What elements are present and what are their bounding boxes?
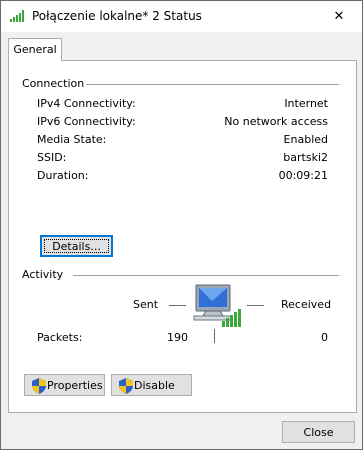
- activity-divider: [73, 275, 339, 276]
- ipv4-label: IPv4 Connectivity:: [37, 97, 136, 110]
- activity-heading: Activity: [22, 268, 64, 281]
- properties-button[interactable]: Properties: [24, 374, 105, 396]
- status-dialog: Połączenie lokalne* 2 Status ✕ General C…: [0, 0, 363, 450]
- packets-received-value: 0: [321, 331, 328, 344]
- sent-label: Sent: [133, 298, 159, 311]
- tab-general[interactable]: General: [8, 38, 62, 61]
- ipv6-value: No network access: [224, 115, 328, 128]
- ssid-label: SSID:: [37, 151, 67, 164]
- close-button-label: Close: [303, 426, 334, 439]
- ipv6-label: IPv6 Connectivity:: [37, 115, 136, 128]
- packets-label: Packets:: [37, 331, 83, 344]
- title-close-button[interactable]: ✕: [316, 1, 362, 32]
- wifi-signal-icon: [10, 10, 24, 22]
- duration-label: Duration:: [37, 169, 89, 182]
- connection-heading: Connection: [22, 77, 85, 90]
- details-button[interactable]: Details...: [40, 235, 113, 257]
- disable-button[interactable]: Disable: [111, 374, 192, 396]
- tab-panel: Connection IPv4 Connectivity: Internet I…: [8, 60, 357, 413]
- connection-divider: [86, 84, 339, 85]
- disable-button-label: Disable: [134, 379, 175, 392]
- activity-divider-vertical: [214, 329, 215, 343]
- wireless-network-computer-icon: [193, 284, 241, 327]
- packets-sent-value: 190: [167, 331, 188, 344]
- media-state-value: Enabled: [283, 133, 328, 146]
- uac-shield-icon: [119, 378, 133, 394]
- media-state-label: Media State:: [37, 133, 107, 146]
- title-bar[interactable]: Połączenie lokalne* 2 Status ✕: [1, 1, 362, 32]
- received-label: Received: [281, 298, 332, 311]
- window-title: Połączenie lokalne* 2 Status: [32, 9, 202, 23]
- close-button[interactable]: Close: [282, 421, 355, 443]
- uac-shield-icon: [32, 378, 46, 394]
- details-button-label: Details...: [52, 240, 101, 253]
- duration-value: 00:09:21: [278, 169, 328, 182]
- properties-button-label: Properties: [47, 379, 103, 392]
- received-dash: [247, 305, 264, 306]
- sent-dash: [169, 305, 186, 306]
- ssid-value: bartski2: [283, 151, 328, 164]
- ipv4-value: Internet: [284, 97, 328, 110]
